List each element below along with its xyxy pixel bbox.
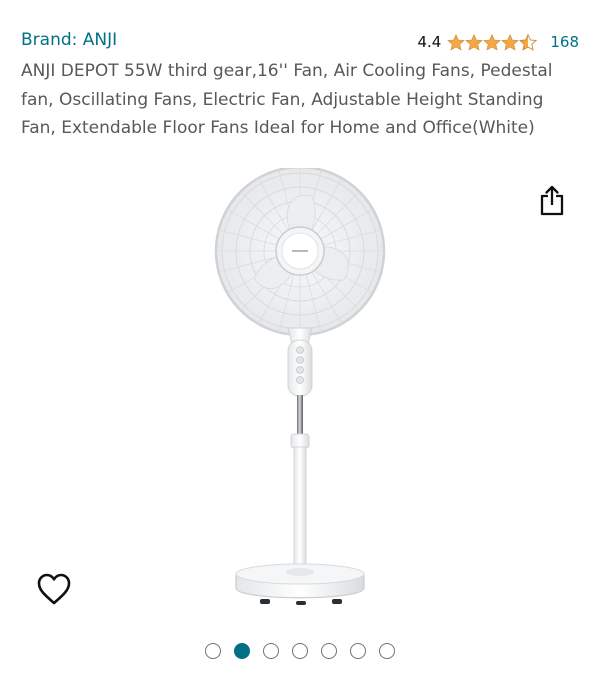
carousel-dot[interactable] <box>292 643 308 659</box>
carousel-dot-active[interactable] <box>234 643 250 659</box>
product-image[interactable] <box>208 165 394 614</box>
brand-link[interactable]: Brand: ANJI <box>21 30 117 50</box>
share-icon <box>540 185 564 216</box>
carousel-dot[interactable] <box>321 643 337 659</box>
pedestal-fan-image <box>214 165 386 605</box>
product-title: ANJI DEPOT 55W third gear,16'' Fan, Air … <box>21 61 553 138</box>
carousel-dot[interactable] <box>379 643 395 659</box>
carousel-dot[interactable] <box>205 643 221 659</box>
wishlist-button[interactable] <box>36 572 72 606</box>
image-carousel-indicators <box>0 643 600 659</box>
star-icon <box>501 33 520 50</box>
rating-count-link[interactable]: 168 <box>550 33 579 51</box>
heart-icon <box>37 573 71 605</box>
product-detail-page: Brand: ANJI 4.4 168 ANJI DEPOT 55W third… <box>0 0 600 688</box>
rating-value: 4.4 <box>417 33 442 51</box>
carousel-dot[interactable] <box>350 643 366 659</box>
star-icon <box>465 33 484 50</box>
star-rating <box>447 33 538 51</box>
share-button[interactable] <box>539 184 565 216</box>
rating-summary[interactable]: 4.4 168 <box>418 31 580 53</box>
carousel-dot[interactable] <box>263 643 279 659</box>
star-icon <box>483 33 502 50</box>
star-icon <box>447 33 466 50</box>
half-star-icon <box>519 33 538 51</box>
